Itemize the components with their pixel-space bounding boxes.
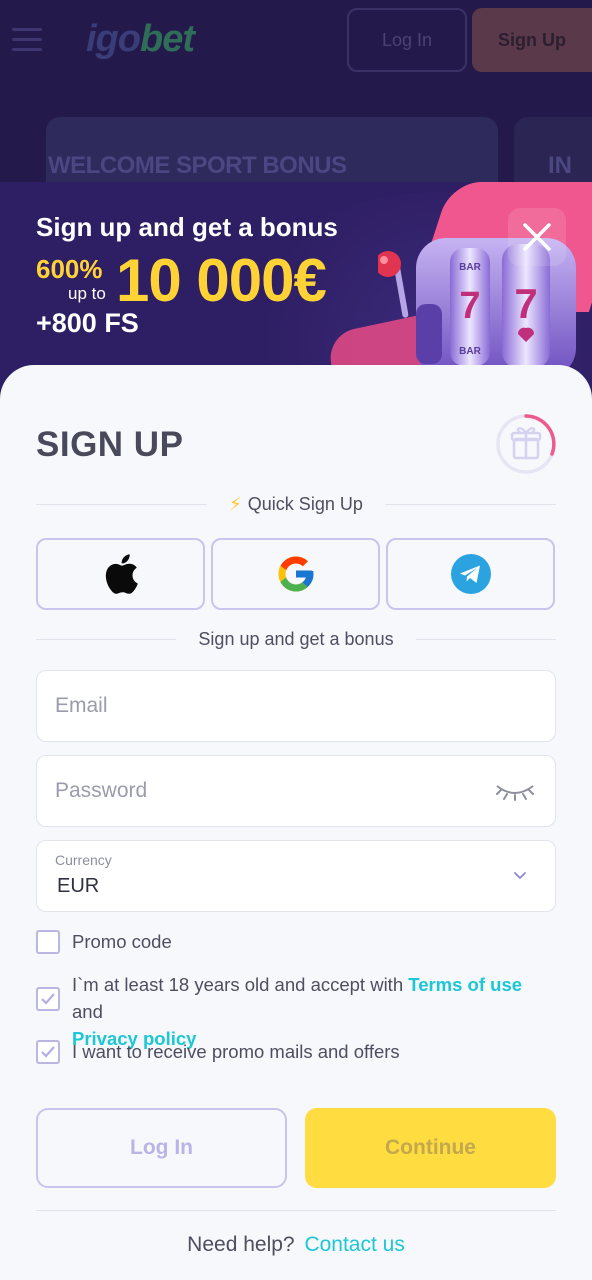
google-icon bbox=[278, 556, 313, 592]
promo-code-row[interactable]: Promo code bbox=[36, 930, 172, 955]
eye-closed-icon[interactable] bbox=[495, 780, 535, 802]
svg-text:BAR: BAR bbox=[459, 262, 481, 273]
promo-mails-checkbox[interactable] bbox=[36, 1040, 60, 1064]
age-terms-and: and bbox=[72, 1001, 103, 1022]
password-input[interactable] bbox=[37, 756, 555, 826]
signup-sheet: SIGN UP ⚡ Quick Sign Up Sign up and get … bbox=[0, 365, 592, 1280]
promo-headline: Sign up and get a bonus bbox=[36, 212, 338, 242]
brand-logo: igobet bbox=[86, 18, 195, 60]
close-icon bbox=[523, 223, 551, 251]
promo-code-checkbox[interactable] bbox=[36, 930, 60, 954]
promo-code-label: Promo code bbox=[72, 931, 172, 952]
quick-signup-divider: ⚡ Quick Sign Up bbox=[36, 494, 557, 515]
top-bar: igobet Log In Sign Up bbox=[0, 0, 592, 82]
bonus-divider: Sign up and get a bonus bbox=[36, 629, 557, 650]
lightning-icon: ⚡ bbox=[229, 494, 242, 514]
email-input[interactable] bbox=[37, 671, 555, 741]
page-title: SIGN UP bbox=[36, 425, 184, 464]
promo-free-spins: +800 FS bbox=[36, 308, 139, 338]
bonus-banner-title: WELCOME SPORT BONUS bbox=[48, 152, 347, 179]
close-button[interactable] bbox=[508, 208, 566, 266]
bonus-progress-gift-icon[interactable] bbox=[494, 412, 558, 476]
google-signup-button[interactable] bbox=[211, 538, 380, 610]
continue-button[interactable]: Continue bbox=[305, 1108, 556, 1188]
svg-text:7: 7 bbox=[514, 280, 537, 327]
svg-text:BAR: BAR bbox=[459, 346, 481, 357]
apple-icon bbox=[105, 554, 138, 594]
apple-signup-button[interactable] bbox=[36, 538, 205, 610]
email-field[interactable] bbox=[36, 670, 556, 742]
checkmark-icon bbox=[41, 1046, 55, 1058]
menu-icon[interactable] bbox=[12, 28, 42, 52]
checkmark-icon bbox=[41, 993, 55, 1005]
currency-value: EUR bbox=[57, 875, 100, 897]
promo-amount: 10 000€ bbox=[116, 247, 327, 314]
svg-text:7: 7 bbox=[459, 285, 480, 327]
currency-select[interactable]: Currency EUR bbox=[36, 840, 556, 912]
terms-of-use-link[interactable]: Terms of use bbox=[408, 974, 522, 995]
promo-mails-label: I want to receive promo mails and offers bbox=[72, 1041, 400, 1062]
quick-signup-label: Quick Sign Up bbox=[247, 494, 363, 514]
password-field[interactable] bbox=[36, 755, 556, 827]
telegram-signup-button[interactable] bbox=[386, 538, 555, 610]
bonus-divider-label: Sign up and get a bonus bbox=[198, 629, 394, 649]
header-signup-button[interactable]: Sign Up bbox=[472, 8, 592, 72]
second-banner-title: IN bbox=[548, 152, 572, 179]
help-text: Need help? bbox=[187, 1233, 295, 1256]
promo-percent: 600% bbox=[36, 254, 103, 284]
currency-label: Currency bbox=[55, 852, 112, 868]
login-button[interactable]: Log In bbox=[36, 1108, 287, 1188]
header-login-button[interactable]: Log In bbox=[347, 8, 467, 72]
promo-mails-row[interactable]: I want to receive promo mails and offers bbox=[36, 1040, 400, 1065]
chevron-down-icon bbox=[514, 872, 526, 880]
age-terms-checkbox[interactable] bbox=[36, 987, 60, 1011]
help-row: Need help? Contact us bbox=[0, 1233, 592, 1257]
contact-us-link[interactable]: Contact us bbox=[304, 1233, 404, 1256]
telegram-icon bbox=[450, 554, 491, 594]
divider bbox=[36, 1210, 556, 1211]
age-terms-text: I`m at least 18 years old and accept wit… bbox=[72, 974, 409, 995]
promo-up-to: up to bbox=[68, 284, 106, 303]
